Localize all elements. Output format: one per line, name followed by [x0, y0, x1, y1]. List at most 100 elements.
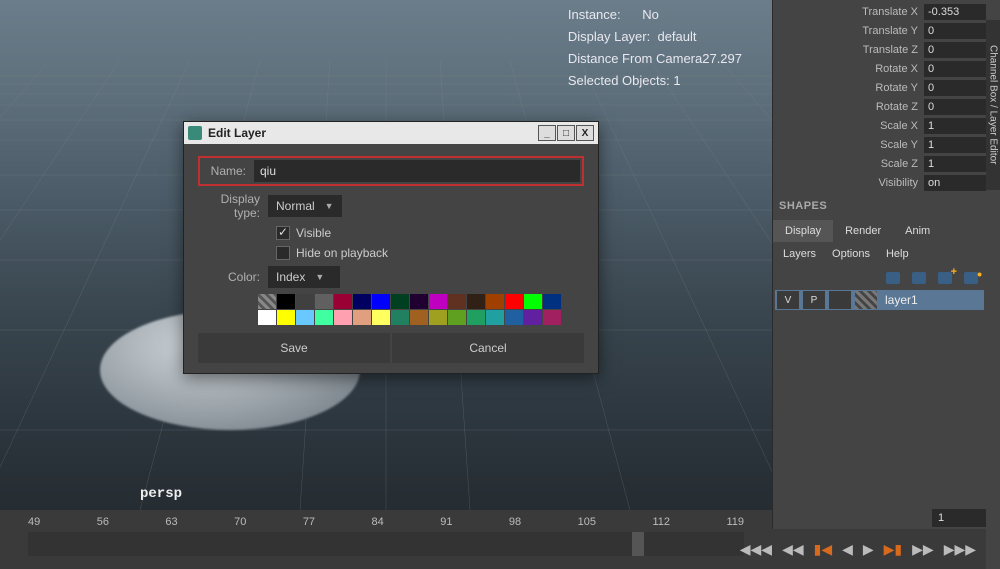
color-swatch[interactable]: [315, 294, 333, 309]
channel-value[interactable]: -0.353: [924, 4, 986, 20]
dialog-titlebar[interactable]: Edit Layer _ □ X: [184, 122, 598, 144]
chevron-down-icon: ▼: [315, 272, 324, 282]
go-to-start-button[interactable]: ◀◀◀: [740, 541, 772, 558]
channel-value[interactable]: 0: [924, 99, 986, 115]
current-frame-field[interactable]: 1: [932, 509, 986, 527]
channel-label: Rotate Y: [773, 82, 924, 94]
layer-add-selected-icon[interactable]: [936, 270, 954, 286]
color-swatch[interactable]: [543, 294, 561, 309]
shapes-header: SHAPES: [773, 194, 986, 214]
color-swatch[interactable]: [277, 294, 295, 309]
color-swatch[interactable]: [486, 310, 504, 325]
layer-display-type-toggle[interactable]: [829, 291, 851, 309]
color-swatch[interactable]: [505, 310, 523, 325]
layer-move-up-icon[interactable]: [884, 270, 902, 286]
time-tick: 119: [726, 516, 744, 528]
tab-render[interactable]: Render: [833, 220, 893, 242]
name-input[interactable]: [254, 160, 580, 182]
tab-display[interactable]: Display: [773, 220, 833, 242]
transport-controls: ◀◀◀ ◀◀ ▮◀ ◀ ▶ ▶▮ ▶▶ ▶▶▶: [772, 529, 986, 569]
step-forward-button[interactable]: ▶▮: [884, 541, 902, 558]
layer-add-empty-icon[interactable]: [962, 270, 980, 286]
step-back-key-button[interactable]: ◀◀: [782, 541, 804, 558]
color-swatch[interactable]: [410, 294, 428, 309]
time-slider[interactable]: 4956637077849198105112119: [0, 510, 772, 569]
minimize-button[interactable]: _: [538, 125, 556, 141]
menu-options[interactable]: Options: [832, 248, 870, 260]
channel-box-tab[interactable]: Channel Box / Layer Editor: [986, 20, 1000, 190]
color-swatch[interactable]: [353, 294, 371, 309]
visible-checkbox[interactable]: [276, 226, 290, 240]
channel-row: Translate Z0: [773, 40, 986, 59]
color-swatch[interactable]: [296, 294, 314, 309]
play-backward-button[interactable]: ◀: [842, 541, 853, 558]
channel-value[interactable]: 1: [924, 118, 986, 134]
color-swatch[interactable]: [391, 310, 409, 325]
time-tick: 70: [234, 516, 246, 528]
color-swatch[interactable]: [486, 294, 504, 309]
play-forward-button[interactable]: ▶: [863, 541, 874, 558]
color-swatch[interactable]: [372, 310, 390, 325]
channel-value[interactable]: 1: [924, 137, 986, 153]
display-type-dropdown[interactable]: Normal▼: [268, 195, 342, 217]
color-palette: [258, 294, 584, 325]
color-swatch[interactable]: [467, 294, 485, 309]
chevron-down-icon: ▼: [325, 201, 334, 211]
color-swatch[interactable]: [258, 310, 276, 325]
layer-color-swatch[interactable]: [855, 291, 877, 309]
layer-playback-toggle[interactable]: P: [803, 291, 825, 309]
channel-value[interactable]: 0: [924, 61, 986, 77]
color-swatch[interactable]: [524, 310, 542, 325]
color-swatch[interactable]: [448, 294, 466, 309]
step-back-button[interactable]: ▮◀: [814, 541, 832, 558]
menu-layers[interactable]: Layers: [783, 248, 816, 260]
tab-anim[interactable]: Anim: [893, 220, 942, 242]
color-label: Color:: [198, 270, 268, 284]
color-swatch[interactable]: [467, 310, 485, 325]
color-dropdown[interactable]: Index▼: [268, 266, 340, 288]
channel-value[interactable]: on: [924, 175, 986, 191]
current-time-marker[interactable]: [632, 532, 644, 556]
color-swatch[interactable]: [429, 310, 447, 325]
layer-visibility-toggle[interactable]: V: [777, 291, 799, 309]
time-tick: 63: [165, 516, 177, 528]
color-swatch[interactable]: [334, 310, 352, 325]
layer-row[interactable]: V P layer1: [775, 290, 984, 310]
time-tick: 84: [372, 516, 384, 528]
time-tick: 56: [97, 516, 109, 528]
color-swatch[interactable]: [353, 310, 371, 325]
step-forward-key-button[interactable]: ▶▶: [912, 541, 934, 558]
color-swatch[interactable]: [315, 310, 333, 325]
channel-row: Rotate Z0: [773, 97, 986, 116]
color-swatch[interactable]: [429, 294, 447, 309]
color-swatch[interactable]: [391, 294, 409, 309]
maximize-button[interactable]: □: [557, 125, 575, 141]
close-button[interactable]: X: [576, 125, 594, 141]
hide-on-playback-label: Hide on playback: [296, 246, 388, 260]
color-swatch[interactable]: [410, 310, 428, 325]
time-bar[interactable]: [28, 532, 744, 556]
channel-label: Visibility: [773, 177, 924, 189]
color-swatch[interactable]: [448, 310, 466, 325]
layer-name[interactable]: layer1: [879, 293, 918, 307]
color-swatch[interactable]: [543, 310, 561, 325]
color-swatch[interactable]: [372, 294, 390, 309]
color-swatch[interactable]: [296, 310, 314, 325]
save-button[interactable]: Save: [198, 333, 390, 363]
channel-label: Scale X: [773, 120, 924, 132]
hide-on-playback-checkbox[interactable]: [276, 246, 290, 260]
channel-value[interactable]: 1: [924, 156, 986, 172]
color-swatch[interactable]: [258, 294, 276, 309]
cancel-button[interactable]: Cancel: [392, 333, 584, 363]
menu-help[interactable]: Help: [886, 248, 909, 260]
channel-value[interactable]: 0: [924, 80, 986, 96]
color-swatch[interactable]: [505, 294, 523, 309]
color-swatch[interactable]: [524, 294, 542, 309]
go-to-end-button[interactable]: ▶▶▶: [944, 541, 976, 558]
channel-value[interactable]: 0: [924, 23, 986, 39]
color-swatch[interactable]: [277, 310, 295, 325]
channel-value[interactable]: 0: [924, 42, 986, 58]
channel-box-panel: Translate X-0.353Translate Y0Translate Z…: [772, 0, 986, 569]
layer-move-down-icon[interactable]: [910, 270, 928, 286]
color-swatch[interactable]: [334, 294, 352, 309]
